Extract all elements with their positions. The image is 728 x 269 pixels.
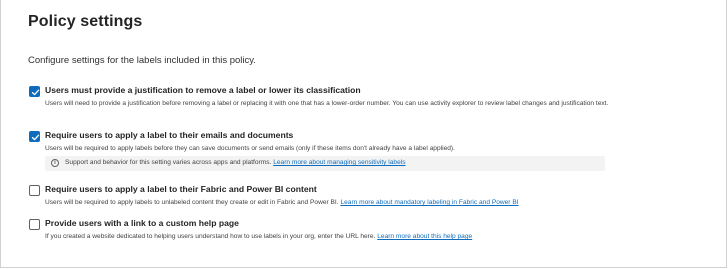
info-icon: i: [51, 159, 59, 167]
page-title: Policy settings: [28, 13, 143, 30]
fabric-powerbi-description-text: Users will be required to apply labels t…: [45, 199, 339, 206]
learn-more-help-page-link[interactable]: Learn more about this help page: [377, 233, 472, 240]
page-intro: Configure settings for the labels includ…: [28, 55, 256, 66]
learn-more-mandatory-labeling-link[interactable]: Learn more about mandatory labeling in F…: [340, 199, 518, 206]
custom-help-page-description: If you created a website dedicated to he…: [45, 232, 645, 242]
mandatory-labeling-label[interactable]: Require users to apply a label to their …: [45, 130, 293, 140]
learn-more-sensitivity-labels-link[interactable]: Learn more about managing sensitivity la…: [273, 159, 405, 166]
info-message-bar: i Support and behavior for this setting …: [45, 156, 605, 171]
mandatory-labeling-description: Users will be required to apply labels b…: [45, 145, 455, 152]
justification-checkbox[interactable]: [29, 86, 40, 97]
custom-help-page-checkbox[interactable]: [29, 219, 40, 230]
custom-help-page-label[interactable]: Provide users with a link to a custom he…: [45, 218, 239, 228]
fabric-powerbi-label[interactable]: Require users to apply a label to their …: [45, 184, 317, 194]
checkmark-icon: [31, 89, 40, 96]
justification-description: Users will need to provide a justificati…: [45, 100, 609, 107]
fabric-powerbi-description: Users will be required to apply labels t…: [45, 198, 645, 208]
mandatory-labeling-checkbox[interactable]: [29, 131, 40, 142]
info-message: Support and behavior for this setting va…: [65, 159, 406, 166]
fabric-powerbi-checkbox[interactable]: [29, 185, 40, 196]
justification-label[interactable]: Users must provide a justification to re…: [45, 85, 361, 95]
info-message-text: Support and behavior for this setting va…: [65, 159, 272, 166]
checkmark-icon: [31, 134, 40, 141]
custom-help-page-description-text: If you created a website dedicated to he…: [45, 233, 376, 240]
